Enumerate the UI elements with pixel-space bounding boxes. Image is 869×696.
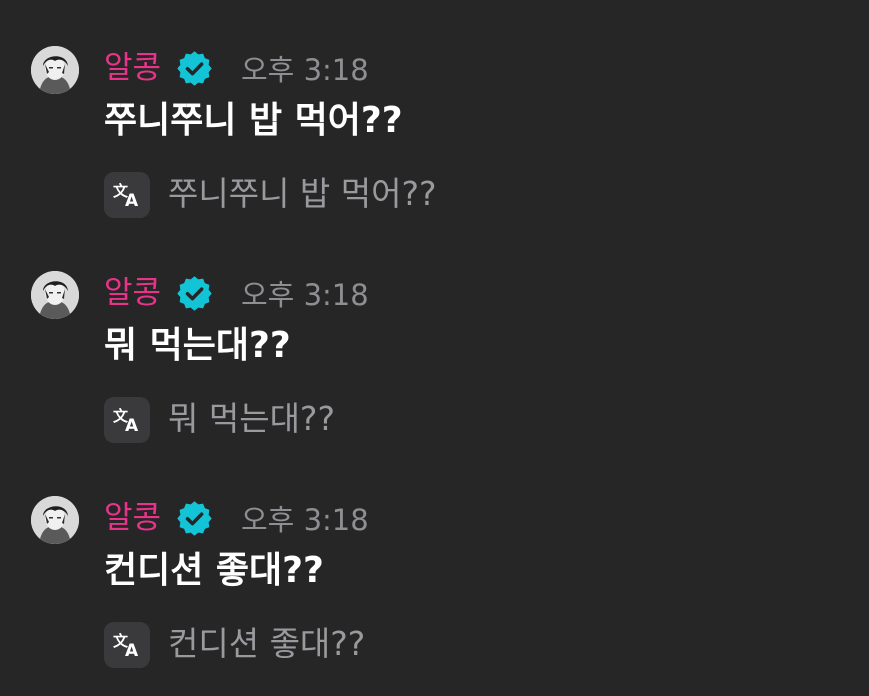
avatar[interactable]	[31, 496, 79, 544]
message-text: 컨디션 좋대??	[104, 550, 324, 591]
message-text: 쭈니쭈니 밥 먹어??	[104, 100, 403, 141]
translate-icon: 文 A	[113, 182, 139, 211]
chat-message: 알콩 오후 3:18 컨디션 좋대?? 文 A 컨디션 좋대??	[0, 496, 869, 696]
avatar[interactable]	[31, 271, 79, 319]
timestamp: 오후 3:18	[241, 53, 369, 87]
translation-text: 뭐 먹는대??	[168, 399, 335, 438]
author-name[interactable]: 알콩	[104, 48, 161, 88]
verified-badge-icon	[177, 51, 212, 86]
verified-badge-icon	[177, 276, 212, 311]
translate-button[interactable]: 文 A	[104, 397, 150, 443]
timestamp: 오후 3:18	[241, 503, 369, 537]
message-text: 뭐 먹는대??	[104, 325, 291, 366]
timestamp: 오후 3:18	[241, 278, 369, 312]
chat-message: 알콩 오후 3:18 쭈니쭈니 밥 먹어?? 文 A 쭈니쭈니 밥 먹어??	[0, 46, 869, 246]
translate-button[interactable]: 文 A	[104, 172, 150, 218]
svg-text:A: A	[125, 191, 139, 211]
avatar[interactable]	[31, 46, 79, 94]
translation-text: 컨디션 좋대??	[168, 624, 366, 663]
author-name[interactable]: 알콩	[104, 273, 161, 313]
author-name[interactable]: 알콩	[104, 498, 161, 538]
translate-icon: 文 A	[113, 632, 139, 661]
svg-text:A: A	[125, 641, 139, 661]
translate-icon: 文 A	[113, 407, 139, 436]
chat-message: 알콩 오후 3:18 뭐 먹는대?? 文 A 뭐 먹는대??	[0, 271, 869, 471]
svg-text:A: A	[125, 416, 139, 436]
verified-badge-icon	[177, 501, 212, 536]
translation-text: 쭈니쭈니 밥 먹어??	[168, 174, 437, 213]
translate-button[interactable]: 文 A	[104, 622, 150, 668]
